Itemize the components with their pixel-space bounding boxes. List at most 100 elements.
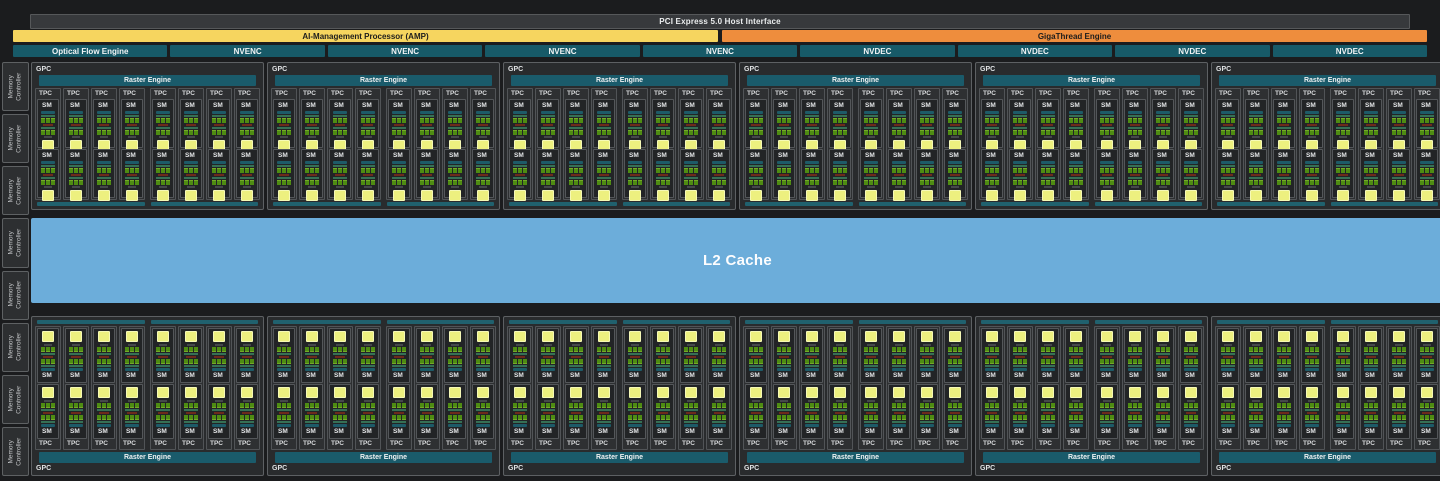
sm-texture-units	[1224, 186, 1232, 189]
tpc-label: TPC	[1219, 440, 1232, 447]
sm-separator-strip	[515, 412, 525, 414]
sm-core-block-cap	[69, 165, 83, 167]
sm-core-bars	[1013, 347, 1027, 352]
sm-separator-strip	[1223, 174, 1233, 176]
sm-texture-units	[631, 136, 639, 139]
sm-texture-units	[687, 136, 695, 139]
sm-core-block-cap	[656, 177, 670, 179]
sm-core-block	[948, 415, 962, 423]
sm-l1-cache-strip	[420, 368, 434, 371]
sm-core-bars	[1128, 403, 1142, 408]
tpc-block: TPC SM SM	[1063, 88, 1089, 201]
cuda-core-bar	[222, 403, 226, 408]
tpc-label: TPC	[1247, 440, 1260, 447]
sm-core-block-cap	[1420, 409, 1434, 411]
cuda-core-bar	[574, 347, 578, 352]
sm-block: SM	[860, 384, 882, 439]
cuda-core-bar	[392, 130, 396, 135]
sm-core-block-cap	[277, 165, 291, 167]
cuda-core-bar	[1133, 130, 1137, 135]
cuda-core-bar	[843, 359, 847, 364]
sm-core-bars	[240, 180, 254, 185]
cuda-core-bar	[1069, 118, 1073, 123]
sm-core-block	[184, 115, 198, 123]
cuda-core-bar	[1023, 403, 1027, 408]
cuda-core-bar	[513, 130, 517, 135]
cuda-core-bar	[628, 118, 632, 123]
cuda-core-bar	[402, 118, 406, 123]
sm-core-block	[1277, 415, 1291, 423]
sm-l1-cache-strip	[1392, 111, 1406, 114]
sm-label: SM	[778, 102, 788, 109]
sm-separator-strip	[807, 356, 817, 358]
sm-rt-core-block	[449, 331, 461, 342]
sm-core-block-cap	[361, 409, 375, 411]
tpc-block: TPC SM SM	[299, 326, 325, 450]
sm-core-bars	[1420, 403, 1434, 408]
cuda-core-bar	[420, 403, 424, 408]
sm-core-block-cap	[777, 365, 791, 367]
sm-core-bars	[1156, 415, 1170, 420]
sm-core-bars	[361, 180, 375, 185]
cuda-core-bar	[1161, 130, 1165, 135]
sm-core-bars	[541, 118, 555, 123]
sm-label: SM	[1070, 428, 1080, 435]
sm-core-block	[1100, 127, 1114, 135]
sm-block: SM	[1416, 99, 1438, 151]
cuda-core-bar	[782, 130, 786, 135]
cuda-core-bar	[1425, 359, 1429, 364]
sm-label: SM	[213, 102, 223, 109]
sm-core-block-cap	[864, 409, 878, 411]
cuda-core-bar	[1069, 359, 1073, 364]
sm-separator-strip	[1422, 124, 1432, 126]
sm-core-block-cap	[305, 365, 319, 367]
cuda-core-bar	[1069, 403, 1073, 408]
sm-rt-core-block	[126, 190, 138, 201]
sm-core-block	[628, 165, 642, 173]
cuda-core-bar	[666, 168, 670, 173]
sm-l1-cache-strip	[1249, 368, 1263, 371]
sm-l1-cache-strip	[156, 111, 170, 114]
sm-core-block	[1392, 359, 1406, 367]
sm-core-block	[476, 359, 490, 367]
sm-core-block	[1420, 127, 1434, 135]
sm-separator-strip	[658, 124, 668, 126]
sm-core-block-cap	[420, 421, 434, 423]
sm-core-block-cap	[985, 115, 999, 117]
sm-rt-core-block	[949, 387, 961, 398]
sm-core-bars	[1041, 359, 1055, 364]
sm-core-block	[476, 347, 490, 355]
sm-core-block-cap	[277, 115, 291, 117]
cuda-core-bar	[902, 168, 906, 173]
cuda-core-bar	[902, 415, 906, 420]
sm-core-block	[1100, 177, 1114, 185]
cuda-core-bar	[458, 180, 462, 185]
sm-core-bars	[628, 130, 642, 135]
sm-block: SM	[652, 149, 674, 201]
sm-texture-units	[100, 136, 108, 139]
sm-separator-strip	[866, 412, 876, 414]
cuda-core-bar	[1046, 359, 1050, 364]
sm-separator-strip	[242, 356, 252, 358]
cuda-core-bar	[315, 130, 319, 135]
sm-label: SM	[449, 372, 459, 379]
sm-core-block	[1336, 359, 1350, 367]
sm-rt-core-block	[893, 387, 905, 398]
sm-block: SM	[329, 149, 351, 201]
sm-block: SM	[680, 149, 702, 201]
cuda-core-bar	[633, 130, 637, 135]
sm-block: SM	[1416, 384, 1438, 439]
sm-core-bars	[156, 168, 170, 173]
sm-core-block	[305, 127, 319, 135]
sm-core-block-cap	[1249, 115, 1263, 117]
raster-engine-label: Raster Engine	[1303, 454, 1352, 461]
cuda-core-bar	[607, 359, 611, 364]
cuda-core-bar	[1346, 359, 1350, 364]
cuda-core-bar	[843, 130, 847, 135]
sm-core-block	[1156, 177, 1170, 185]
sm-l1-cache-strip	[392, 111, 406, 114]
cuda-core-bar	[712, 118, 716, 123]
cuda-core-bar	[995, 415, 999, 420]
sm-block: SM	[944, 384, 966, 439]
sm-core-block-cap	[628, 409, 642, 411]
